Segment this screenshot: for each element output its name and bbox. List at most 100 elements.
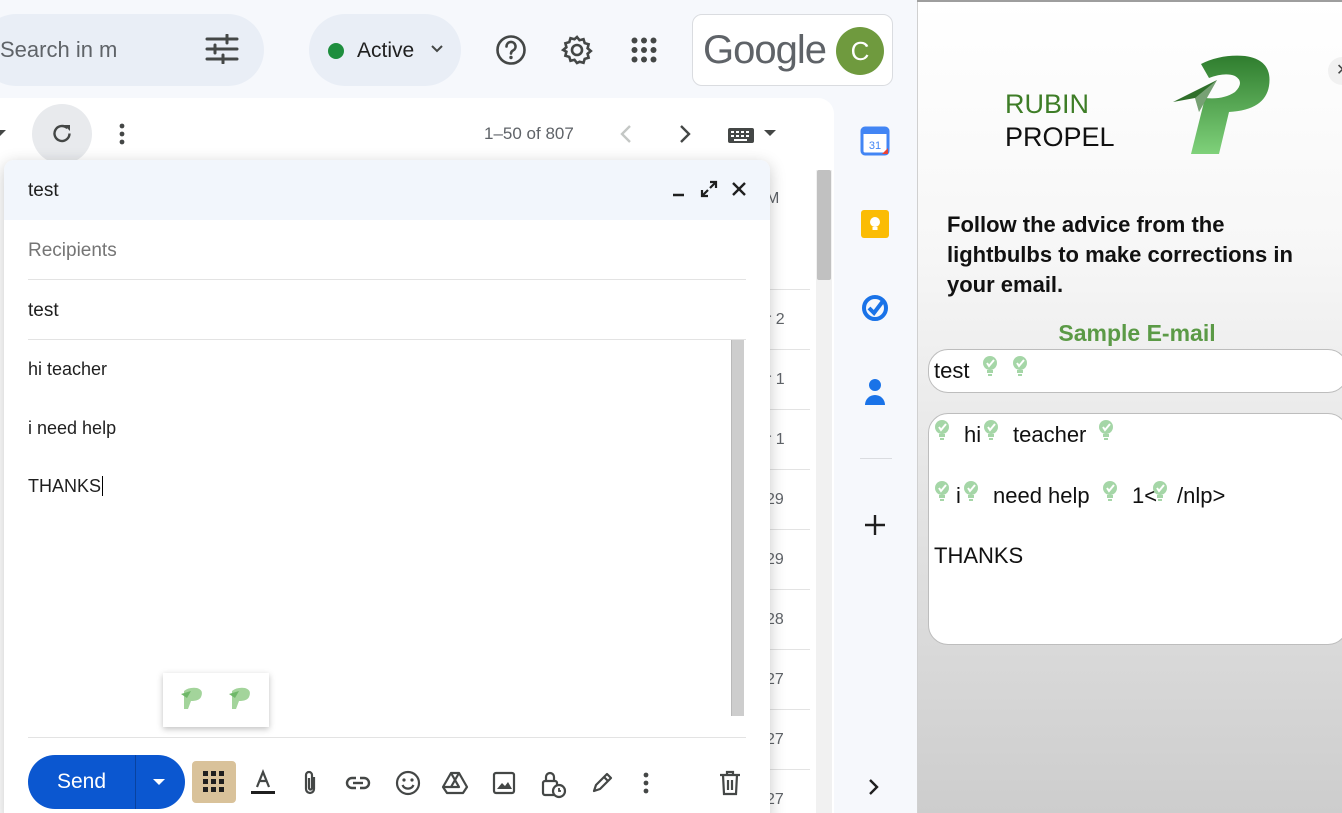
list-item-date: r 1 [766, 371, 785, 388]
help-icon[interactable] [495, 34, 527, 66]
row-divider [770, 769, 810, 770]
sample-word: teacher [1013, 422, 1087, 447]
close-icon[interactable] [730, 180, 748, 198]
row-divider [770, 289, 810, 290]
send-button[interactable]: Send [28, 755, 185, 809]
photo-icon[interactable] [490, 769, 518, 797]
keep-icon[interactable] [856, 207, 892, 241]
send-divider [135, 755, 136, 809]
row-divider [770, 349, 810, 350]
list-item-date: 29 [766, 491, 784, 508]
compose-title: test [28, 180, 59, 201]
row-divider [770, 589, 810, 590]
propel-brand-logo [1169, 52, 1275, 160]
list-item-date: 27 [766, 791, 784, 808]
lightbulb-icon[interactable] [933, 480, 951, 504]
list-item-date: 27 [766, 731, 784, 748]
lightbulb-icon[interactable] [1097, 419, 1115, 443]
row-divider [770, 409, 810, 410]
divider [28, 737, 746, 738]
more-vert-icon[interactable] [118, 122, 126, 146]
link-icon[interactable] [344, 769, 372, 797]
row-divider [770, 529, 810, 530]
lightbulb-icon[interactable] [981, 355, 999, 379]
body-scrollbar[interactable] [731, 340, 744, 716]
sample-email-title: Sample E-mail [1058, 320, 1216, 346]
trash-icon[interactable] [718, 769, 742, 797]
calendar-icon[interactable]: 31 [856, 124, 892, 158]
more-options-icon[interactable] [642, 769, 650, 797]
list-item-date: 29 [766, 551, 784, 568]
chevron-right-icon[interactable] [866, 777, 882, 797]
tasks-icon[interactable] [856, 291, 892, 325]
body-line-last[interactable]: THANKS [28, 476, 104, 497]
google-logo: Google [703, 28, 827, 72]
search-input[interactable]: Search in m [0, 37, 122, 63]
sample-subject: test [934, 358, 970, 383]
divider [28, 339, 746, 340]
propel-side-panel [917, 0, 1342, 813]
body-line-text: THANKS [28, 476, 102, 496]
apps-icon[interactable] [631, 37, 657, 63]
lightbulb-icon[interactable] [982, 419, 1000, 443]
row-divider [770, 709, 810, 710]
expand-icon[interactable] [700, 180, 718, 198]
grid-icon [203, 771, 225, 793]
list-item-date: r 1 [766, 431, 785, 448]
body-line[interactable]: hi teacher [28, 359, 107, 380]
refresh-icon [50, 122, 74, 146]
instructions-text: Follow the advice from the lightbulbs to… [947, 212, 1293, 297]
list-item-date: M [766, 190, 780, 207]
avatar[interactable]: C [836, 27, 884, 75]
drive-icon[interactable] [441, 769, 469, 797]
settings-icon[interactable] [561, 34, 593, 66]
sample-word: hi [964, 422, 982, 447]
status-label: Active [357, 39, 415, 62]
page-count: 1–50 of 807 [484, 124, 574, 143]
lightbulb-icon[interactable] [962, 480, 980, 504]
row-divider [770, 469, 810, 470]
format-text-icon[interactable] [249, 769, 277, 797]
body-line[interactable]: i need help [28, 418, 116, 439]
keyboard-icon[interactable] [727, 125, 779, 145]
svg-text:31: 31 [869, 140, 881, 152]
divider [28, 279, 746, 280]
lightbulb-icon[interactable] [1101, 480, 1119, 504]
select-dropdown-icon[interactable] [0, 128, 8, 138]
recipients-field[interactable]: Recipients [28, 240, 117, 262]
list-scrollbar-thumb[interactable] [817, 170, 831, 280]
compose-header[interactable] [4, 160, 770, 220]
propel-popup[interactable] [163, 673, 269, 727]
minimize-icon[interactable] [670, 182, 686, 198]
subject-field[interactable]: test [28, 300, 59, 322]
sample-word: /nlp> [1177, 483, 1226, 508]
status-dot [328, 43, 344, 59]
lightbulb-icon[interactable] [1011, 355, 1029, 379]
brand-name-line1: RUBIN [1005, 89, 1090, 119]
sample-word: THANKS [934, 543, 1024, 568]
attach-icon[interactable] [298, 769, 322, 797]
contacts-icon[interactable] [856, 375, 892, 409]
divider [860, 458, 892, 459]
confidential-icon[interactable] [539, 769, 567, 799]
brand-name-line2: PROPEL [1005, 122, 1115, 152]
chevron-down-icon [430, 44, 444, 54]
prev-page-icon[interactable] [618, 124, 634, 144]
list-item-date: 28 [766, 611, 784, 628]
propel-logo-icon[interactable] [179, 687, 205, 711]
sample-word: i [956, 483, 961, 508]
lightbulb-icon[interactable] [933, 419, 951, 443]
search-options-icon[interactable] [205, 34, 239, 64]
send-options-icon[interactable] [152, 777, 166, 787]
send-label[interactable]: Send [28, 755, 135, 809]
next-page-icon[interactable] [677, 124, 693, 144]
text-cursor [102, 476, 104, 496]
panel-top-border [917, 0, 1342, 2]
lightbulb-icon[interactable] [1151, 480, 1169, 504]
plus-icon[interactable] [856, 508, 892, 542]
propel-logo-icon[interactable] [227, 687, 253, 711]
signature-icon[interactable] [588, 769, 616, 797]
list-item-date: 27 [766, 671, 784, 688]
list-item-date: r 2 [766, 311, 785, 328]
emoji-icon[interactable] [394, 769, 422, 797]
